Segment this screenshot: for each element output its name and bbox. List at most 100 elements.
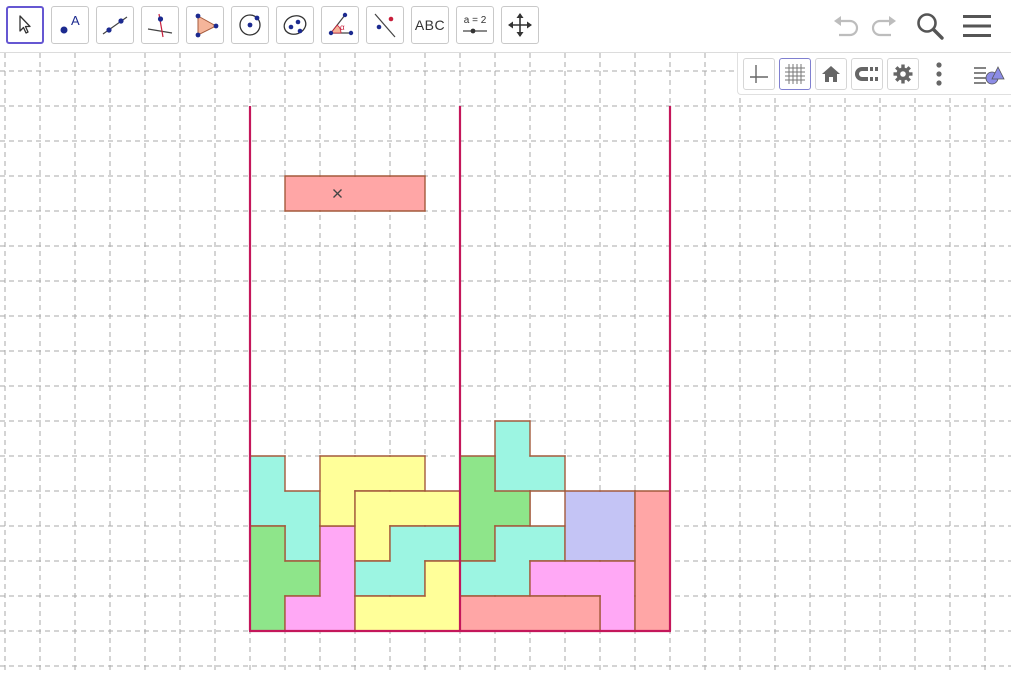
- piece-cell: [565, 526, 600, 561]
- perpendicular-tool-button[interactable]: [141, 6, 179, 44]
- piece-cell: [285, 526, 320, 561]
- ellipse-tool-button[interactable]: [276, 6, 314, 44]
- piece-cell: [355, 596, 390, 631]
- piece-cell: [355, 561, 390, 596]
- more-options-button[interactable]: [923, 58, 955, 90]
- piece-cell: [285, 176, 320, 211]
- piece-cell: [635, 596, 670, 631]
- piece-cell: [530, 456, 565, 491]
- ellipse-icon: [283, 15, 307, 35]
- redo-button[interactable]: [866, 10, 902, 42]
- piece-cell: [495, 596, 530, 631]
- angle-tool-label: α: [340, 23, 345, 32]
- move-graphics-tool-button[interactable]: [501, 6, 539, 44]
- piece-cell: [320, 491, 355, 526]
- reflect-tool-button[interactable]: [366, 6, 404, 44]
- drawing-board[interactable]: [0, 53, 1011, 673]
- piece-cell: [460, 596, 495, 631]
- toggle-grid-button[interactable]: [779, 58, 811, 90]
- piece-cell: [635, 561, 670, 596]
- piece-cell: [390, 596, 425, 631]
- piece-cell: [320, 456, 355, 491]
- piece-cell: [425, 491, 460, 526]
- piece-cell: [250, 491, 285, 526]
- piece-cell: [285, 596, 320, 631]
- piece-cell: [495, 456, 530, 491]
- piece-cell: [285, 491, 320, 526]
- undo-button[interactable]: [828, 10, 864, 42]
- move-graphics-view-icon: [508, 13, 532, 37]
- piece-cell: [425, 596, 460, 631]
- piece-cell: [425, 526, 460, 561]
- point-tool-button[interactable]: A: [51, 6, 89, 44]
- slider-icon: a = 2: [461, 15, 489, 36]
- piece-cell: [530, 526, 565, 561]
- text-tool-button[interactable]: ABC: [411, 6, 449, 44]
- polygon-tool-button[interactable]: [186, 6, 224, 44]
- cursor-arrow-icon: [19, 15, 31, 34]
- grid-toggle-icon: [785, 64, 805, 84]
- piece-cell: [600, 596, 635, 631]
- point-capturing-button[interactable]: [851, 58, 883, 90]
- piece-cell: [390, 491, 425, 526]
- piece-cell: [355, 491, 390, 526]
- piece-cell: [250, 561, 285, 596]
- piece-cell: [460, 491, 495, 526]
- piece-cell: [600, 491, 635, 526]
- angle-tool-button[interactable]: α: [321, 6, 359, 44]
- main-menu-button[interactable]: [958, 9, 996, 43]
- point-tool-label: A: [71, 13, 80, 28]
- line-tool-button[interactable]: [96, 6, 134, 44]
- redo-icon: [871, 16, 896, 37]
- menu-icon: [963, 15, 991, 37]
- graphics-settings-button[interactable]: [887, 58, 919, 90]
- slider-tool-button[interactable]: a = 2: [456, 6, 494, 44]
- piece-cell: [250, 526, 285, 561]
- piece-cell: [495, 491, 530, 526]
- standard-view-button[interactable]: [815, 58, 847, 90]
- piece-cell: [635, 491, 670, 526]
- circle-tool-button[interactable]: [231, 6, 269, 44]
- home-icon: [822, 66, 840, 82]
- piece-cell: [460, 456, 495, 491]
- piece-cell: [355, 456, 390, 491]
- piece-cell: [320, 596, 355, 631]
- piece-cell: [285, 561, 320, 596]
- piece-cell: [425, 561, 460, 596]
- more-vertical-icon: [936, 62, 942, 86]
- piece-cell: [530, 596, 565, 631]
- undo-icon: [834, 16, 859, 37]
- piece-cell: [390, 176, 425, 211]
- piece-cell: [460, 561, 495, 596]
- piece-cell: [565, 596, 600, 631]
- piece-cell: [495, 561, 530, 596]
- piece-cell: [250, 456, 285, 491]
- piece-cell: [495, 421, 530, 456]
- piece-cell: [600, 561, 635, 596]
- point-icon: A: [60, 13, 80, 34]
- search-button[interactable]: [912, 9, 948, 43]
- toggle-axes-button[interactable]: [743, 58, 775, 90]
- piece-cell: [355, 526, 390, 561]
- graphics-style-bar: [737, 53, 1011, 95]
- move-tool-button[interactable]: [6, 6, 44, 44]
- piece-cell: [390, 526, 425, 561]
- circle-center-point-icon: [239, 14, 261, 36]
- piece-cell: [460, 526, 495, 561]
- polygon-icon: [195, 13, 219, 38]
- text-tool-label: ABC: [414, 17, 446, 33]
- piece-cell: [530, 561, 565, 596]
- line-through-points-icon: [102, 16, 128, 35]
- piece-cell: [495, 526, 530, 561]
- piece-cell: [600, 526, 635, 561]
- point-capturing-icon: [855, 67, 878, 81]
- toolbar: A α ABC a = 2: [0, 0, 1011, 53]
- angle-icon: α: [328, 12, 354, 36]
- slider-tool-label: a = 2: [463, 14, 487, 26]
- piece-cell: [565, 561, 600, 596]
- graphics-view[interactable]: [0, 53, 1011, 673]
- toggle-style-bar-button[interactable]: [969, 58, 1009, 90]
- piece-cell: [250, 596, 285, 631]
- piece-cell: [390, 456, 425, 491]
- piece-cell: [355, 176, 390, 211]
